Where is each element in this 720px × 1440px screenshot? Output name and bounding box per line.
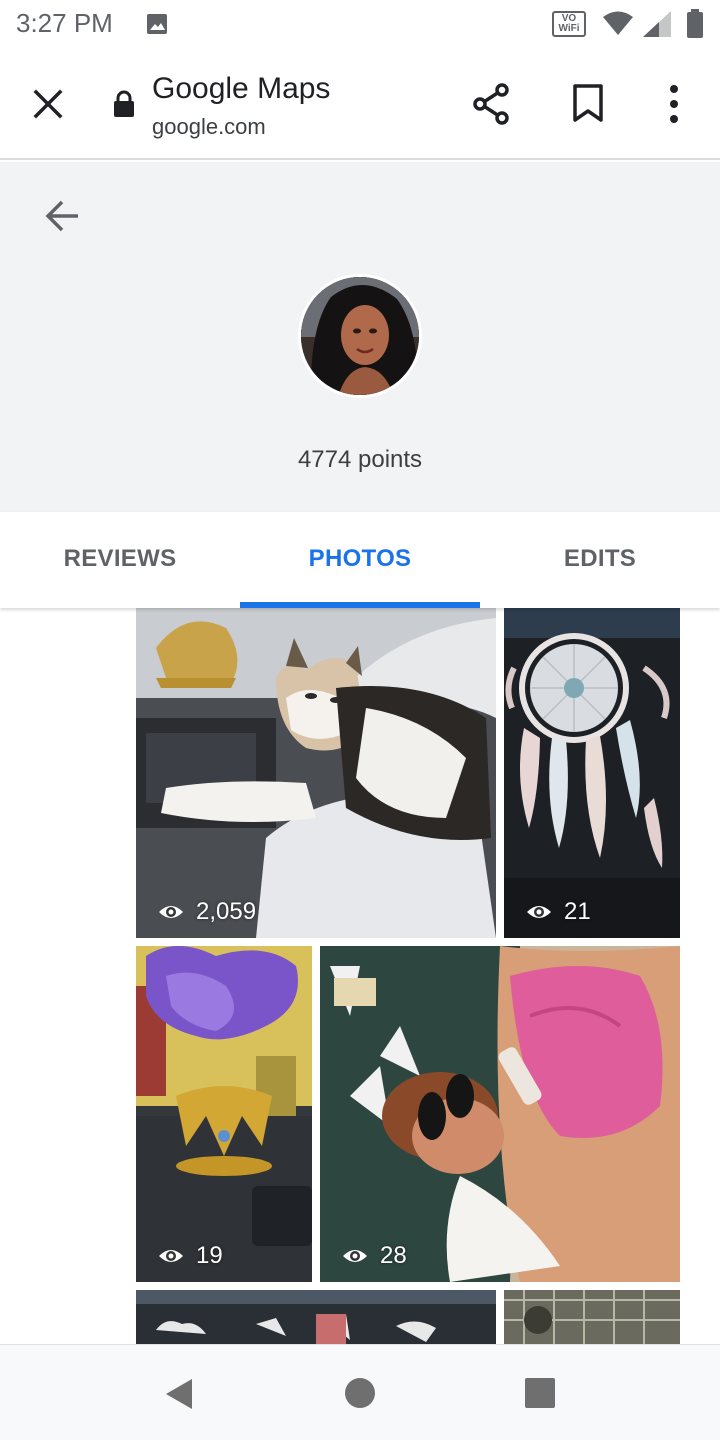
points-label: 4774 points <box>297 446 423 473</box>
partial-photo <box>504 1290 680 1344</box>
view-count-text: 19 <box>196 1242 223 1269</box>
cat-photo <box>136 608 496 938</box>
custom-tab-toolbar: Google Maps google.com <box>0 50 720 160</box>
wifi-icon <box>603 11 633 35</box>
partial-photo <box>136 1290 496 1344</box>
photo-tile-person[interactable]: 28 <box>320 946 680 1282</box>
profile-header: 4774 points <box>0 162 720 512</box>
crown-photo <box>136 946 312 1282</box>
tab-reviews[interactable]: REVIEWS <box>0 512 240 608</box>
more-vert-icon[interactable] <box>656 82 692 126</box>
vowifi-icon: VO WiFi <box>552 11 586 37</box>
tab-photos[interactable]: PHOTOS <box>240 512 480 608</box>
close-icon[interactable] <box>26 82 70 126</box>
nav-home-icon[interactable] <box>344 1377 376 1409</box>
view-count-text: 21 <box>564 898 591 925</box>
photo-tile-partial[interactable] <box>504 1290 680 1344</box>
dreamcatcher-photo <box>504 608 680 938</box>
view-count-text: 28 <box>380 1242 407 1269</box>
eye-icon <box>527 906 551 918</box>
tab-edits[interactable]: EDITS <box>480 512 720 608</box>
person-photo <box>320 946 680 1282</box>
view-count-text: 2,059 <box>196 898 257 925</box>
photo-tile-partial[interactable] <box>136 1290 496 1344</box>
eye-icon <box>159 906 183 918</box>
eye-icon <box>159 1250 183 1262</box>
photo-grid: 2,059 21 19 28 <box>0 608 720 1344</box>
nav-recents-icon[interactable] <box>524 1377 556 1409</box>
photo-tile-crown[interactable]: 19 <box>136 946 312 1282</box>
tab-bar: REVIEWS PHOTOS EDITS <box>0 512 720 608</box>
signal-icon <box>643 11 671 37</box>
photo-tile-dreamcatcher[interactable]: 21 <box>504 608 680 938</box>
eye-icon <box>343 1250 367 1262</box>
image-icon <box>147 14 167 34</box>
view-count: 2,059 <box>158 898 256 926</box>
battery-icon <box>687 9 703 38</box>
avatar <box>298 274 422 398</box>
status-time: 3:27 PM <box>16 8 113 38</box>
system-nav-bar <box>0 1344 720 1440</box>
back-arrow-icon[interactable] <box>40 194 84 238</box>
status-bar: 3:27 PM VO WiFi <box>0 0 720 50</box>
view-count: 19 <box>158 1242 223 1270</box>
toolbar-title: Google Maps <box>152 72 331 105</box>
share-icon[interactable] <box>470 82 514 126</box>
tab-indicator <box>240 602 480 608</box>
toolbar-url[interactable]: google.com <box>152 114 266 140</box>
lock-icon <box>114 90 134 117</box>
view-count: 28 <box>342 1242 407 1270</box>
bookmark-icon[interactable] <box>570 82 606 126</box>
photo-tile-cat[interactable]: 2,059 <box>136 608 496 938</box>
view-count: 21 <box>526 898 591 926</box>
nav-back-icon[interactable] <box>162 1377 196 1411</box>
